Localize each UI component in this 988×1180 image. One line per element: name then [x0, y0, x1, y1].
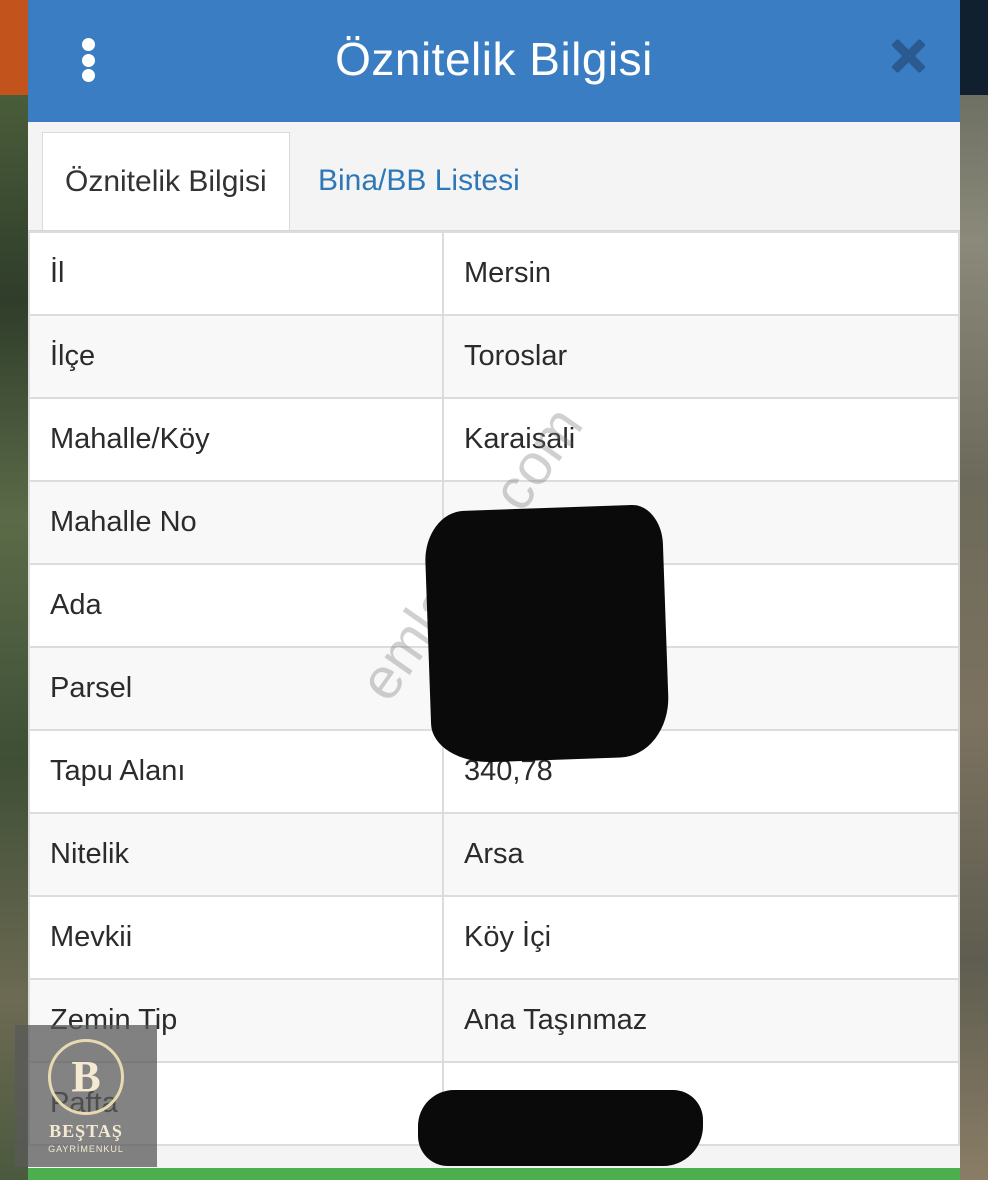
row-value: Köy İçi: [442, 895, 960, 980]
table-row: Zemin Tip Ana Taşınmaz: [28, 978, 960, 1063]
row-key: İl: [28, 231, 444, 316]
logo-name: BEŞTAŞ: [49, 1120, 123, 1141]
company-logo: B BEŞTAŞ GAYRİMENKUL: [15, 1025, 157, 1167]
table-row: Mevkii Köy İçi: [28, 895, 960, 980]
table-row: Nitelik Arsa: [28, 812, 960, 897]
logo-emblem: B: [48, 1038, 124, 1115]
map-background-left: [0, 0, 28, 1180]
logo-subtitle: GAYRİMENKUL: [48, 1143, 124, 1154]
row-key: Mahalle/Köy: [28, 397, 444, 482]
row-value: Karaisali: [442, 397, 960, 482]
redaction-mark: [423, 503, 671, 765]
tab-attribute-info[interactable]: Öznitelik Bilgisi: [42, 132, 290, 230]
close-icon[interactable]: [892, 40, 924, 72]
row-key: Mahalle No: [28, 480, 444, 565]
table-row: İl Mersin: [28, 231, 960, 316]
map-background-right: [960, 0, 988, 1180]
dialog-header: Öznitelik Bilgisi: [28, 0, 960, 122]
dialog-title: Öznitelik Bilgisi: [335, 33, 653, 85]
row-value: Toroslar: [442, 314, 960, 399]
tab-bar: Öznitelik Bilgisi Bina/BB Listesi: [28, 122, 960, 231]
table-row: Mahalle/Köy Karaisali: [28, 397, 960, 482]
row-key: Nitelik: [28, 812, 444, 897]
kebab-menu-icon[interactable]: [80, 38, 96, 82]
redaction-mark: [418, 1090, 703, 1166]
row-value: Ana Taşınmaz: [442, 978, 960, 1063]
tab-building-list[interactable]: Bina/BB Listesi: [296, 132, 542, 230]
row-value: Mersin: [442, 231, 960, 316]
row-key: Ada: [28, 563, 444, 648]
row-key: İlçe: [28, 314, 444, 399]
row-value: Arsa: [442, 812, 960, 897]
status-bar: [28, 1168, 960, 1180]
row-key: Tapu Alanı: [28, 729, 444, 814]
row-key: Mevkii: [28, 895, 444, 980]
table-row: İlçe Toroslar: [28, 314, 960, 399]
row-key: Parsel: [28, 646, 444, 731]
